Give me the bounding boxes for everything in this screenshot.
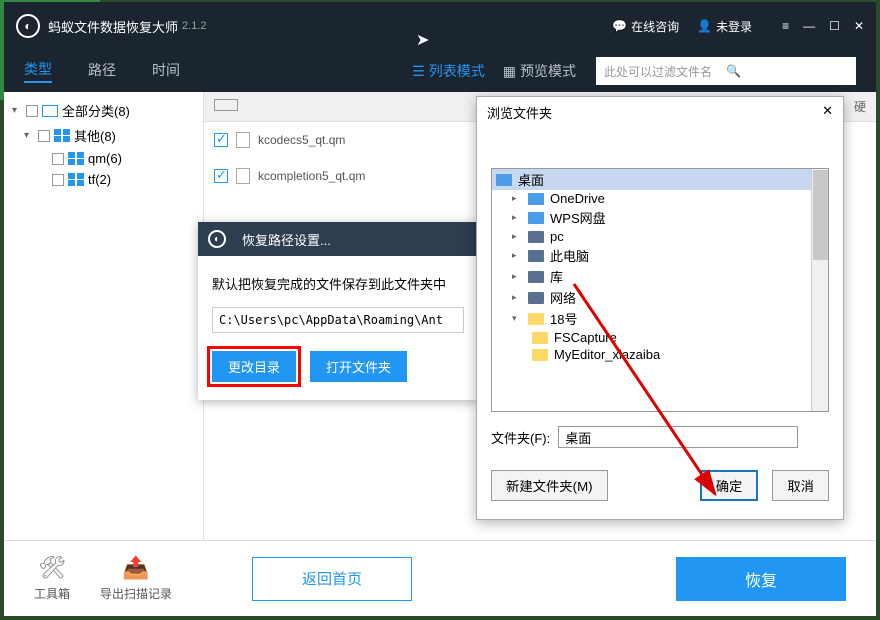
close-icon[interactable]: ✕: [822, 103, 833, 122]
tree-folder-18[interactable]: ▾18号: [492, 308, 828, 329]
expand-icon[interactable]: ▸: [512, 193, 522, 204]
tree-tf[interactable]: tf(2): [4, 169, 203, 190]
maximize-icon[interactable]: ☐: [829, 19, 840, 33]
tab-path[interactable]: 路径: [88, 60, 116, 82]
titlebar: ◐ 蚂蚁文件数据恢复大师 2.1.2 💬在线咨询 👤未登录 ≡ — ☐ ✕: [4, 2, 876, 50]
file-name: kcompletion5_qt.qm: [258, 169, 365, 183]
browse-folder-dialog: 浏览文件夹 ✕ 桌面 ▸OneDrive ▸WPS网盘 ▸pc ▸此电脑 ▸库 …: [476, 96, 844, 520]
expand-icon[interactable]: ▾: [512, 313, 522, 324]
tree-network[interactable]: ▸网络: [492, 287, 828, 308]
folder-label: 文件夹(F):: [491, 428, 550, 447]
tree-desktop[interactable]: 桌面: [492, 169, 828, 190]
grid-icon: ▦: [503, 63, 516, 80]
app-logo-icon: ◐: [208, 230, 226, 248]
change-dir-button[interactable]: 更改目录: [212, 351, 296, 382]
bottom-bar: 🛠工具箱 📤导出扫描记录 返回首页 恢复: [4, 540, 876, 616]
app-version: 2.1.2: [182, 20, 206, 32]
expand-icon[interactable]: ▸: [512, 250, 522, 261]
expand-icon[interactable]: ▸: [512, 292, 522, 303]
tree-all[interactable]: ▾全部分类(8): [4, 98, 203, 123]
chat-icon: 💬: [612, 19, 627, 33]
close-icon[interactable]: ✕: [854, 19, 864, 33]
tree-folder-myeditor[interactable]: MyEditor_xiazaiba: [492, 346, 828, 363]
checkbox[interactable]: [26, 105, 38, 117]
app-title: 蚂蚁文件数据恢复大师: [48, 17, 178, 36]
browse-title: 浏览文件夹: [487, 103, 552, 122]
menu-icon[interactable]: ≡: [782, 19, 789, 33]
checkbox[interactable]: [38, 130, 50, 142]
cloud-icon: [528, 193, 544, 205]
cancel-button[interactable]: 取消: [772, 470, 829, 501]
row-checkbox[interactable]: [214, 133, 228, 147]
category-icon: [54, 129, 70, 143]
path-input[interactable]: [212, 307, 464, 333]
category-icon: [68, 152, 84, 166]
list-icon: ☰: [412, 63, 425, 80]
category-icon: [68, 173, 84, 187]
tree-this-pc[interactable]: ▸此电脑: [492, 245, 828, 266]
tab-time[interactable]: 时间: [152, 60, 180, 82]
file-name: kcodecs5_qt.qm: [258, 133, 345, 147]
file-icon: [236, 132, 250, 148]
open-folder-button[interactable]: 打开文件夹: [310, 351, 407, 382]
scrollbar[interactable]: [811, 169, 828, 411]
toolbox-button[interactable]: 🛠工具箱: [34, 555, 70, 602]
file-icon: [236, 168, 250, 184]
tree-qm[interactable]: qm(6): [4, 148, 203, 169]
ok-button[interactable]: 确定: [700, 470, 759, 501]
online-consult-button[interactable]: 💬在线咨询: [612, 18, 679, 35]
desktop-icon: [496, 174, 512, 186]
tools-icon: 🛠: [38, 555, 66, 581]
folder-icon: [532, 332, 548, 344]
login-button[interactable]: 👤未登录: [697, 18, 752, 35]
folder-tree[interactable]: 桌面 ▸OneDrive ▸WPS网盘 ▸pc ▸此电脑 ▸库 ▸网络 ▾18号…: [491, 168, 829, 412]
tree-library[interactable]: ▸库: [492, 266, 828, 287]
minimize-icon[interactable]: —: [803, 19, 815, 33]
expand-icon[interactable]: ▸: [512, 271, 522, 282]
tabs-row: 类型 路径 时间 ☰列表模式 ▦预览模式 此处可以过滤文件名 🔍: [4, 50, 876, 92]
cloud-icon: [528, 212, 544, 224]
library-icon: [528, 271, 544, 283]
scrollbar-thumb[interactable]: [813, 170, 828, 260]
new-folder-button[interactable]: 新建文件夹(M): [491, 470, 608, 501]
user-icon: 👤: [697, 19, 712, 33]
back-home-button[interactable]: 返回首页: [252, 557, 412, 601]
recovery-path-dialog: ◐ 恢复路径设置... 默认把恢复完成的文件保存到此文件夹中 更改目录 打开文件…: [198, 222, 478, 400]
collapse-icon[interactable]: ▾: [12, 105, 22, 116]
recover-button[interactable]: 恢复: [676, 557, 846, 601]
search-icon[interactable]: 🔍: [726, 64, 848, 78]
export-icon: 📤: [122, 555, 149, 581]
folder-icon: [528, 313, 544, 325]
tree-folder-fscapture[interactable]: FSCapture: [492, 329, 828, 346]
tree-onedrive[interactable]: ▸OneDrive: [492, 190, 828, 207]
checkbox[interactable]: [52, 174, 64, 186]
preview-mode-button[interactable]: ▦预览模式: [503, 61, 576, 81]
expand-icon[interactable]: ▸: [512, 212, 522, 223]
tree-other[interactable]: ▾其他(8): [4, 123, 203, 148]
collapse-icon[interactable]: ▾: [24, 130, 34, 141]
computer-icon: [528, 250, 544, 262]
tree-wps[interactable]: ▸WPS网盘: [492, 207, 828, 228]
search-input[interactable]: 此处可以过滤文件名 🔍: [596, 57, 856, 85]
sidebar: ▾全部分类(8) ▾其他(8) qm(6) tf(2): [4, 92, 204, 540]
expand-icon[interactable]: ▸: [512, 231, 522, 242]
folder-name-input[interactable]: [558, 426, 798, 448]
app-logo-icon: ◐: [16, 14, 40, 38]
user-icon: [528, 231, 544, 243]
network-icon: [528, 292, 544, 304]
dialog-title: ◐ 恢复路径设置...: [198, 222, 478, 256]
monitor-icon: [42, 105, 58, 117]
tree-pc-user[interactable]: ▸pc: [492, 228, 828, 245]
checkbox[interactable]: [52, 153, 64, 165]
list-mode-button[interactable]: ☰列表模式: [412, 61, 485, 81]
dialog-message: 默认把恢复完成的文件保存到此文件夹中: [212, 274, 464, 293]
row-checkbox[interactable]: [214, 169, 228, 183]
search-placeholder: 此处可以过滤文件名: [604, 63, 726, 80]
export-scan-button[interactable]: 📤导出扫描记录: [100, 555, 172, 602]
tab-type[interactable]: 类型: [24, 59, 52, 83]
folder-icon: [532, 349, 548, 361]
select-all-checkbox[interactable]: [214, 99, 238, 111]
